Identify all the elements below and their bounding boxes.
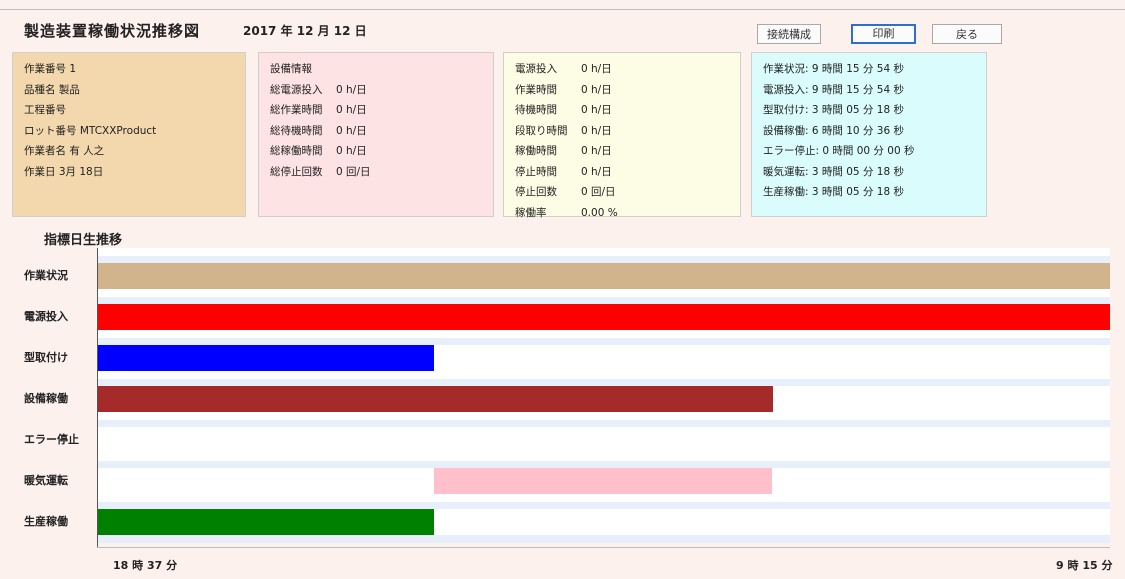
chart-row-stripe (97, 379, 1110, 386)
chart-row-stripe (97, 338, 1110, 345)
time-value: 0.00 % (581, 206, 618, 219)
equipment-key: 総作業時間 (270, 104, 323, 116)
work-info-panel: 作業番号 1 品種名 製品 工程番号 ロット番号 MTCXXProduct 作業… (12, 52, 246, 217)
equipment-key: 総稼働時間 (270, 145, 323, 157)
timeline-bar (97, 386, 773, 412)
time-key: 停止回数 (515, 186, 557, 198)
chart-category-label: 作業状況 (24, 269, 68, 282)
connection-config-button[interactable]: 接続構成 (757, 24, 821, 44)
equipment-key: 総電源投入 (270, 83, 323, 96)
status-row: 暖気運転: 3 時間 05 分 18 秒 (763, 165, 904, 178)
status-duration-panel: 作業状況: 9 時間 15 分 54 秒 電源投入: 9 時間 15 分 54 … (751, 52, 987, 217)
time-row: 段取り時間 0 h/日 (515, 121, 740, 142)
time-row: 作業時間 0 h/日 (515, 80, 740, 101)
chart-category-label: エラー停止 (24, 433, 79, 446)
work-info-row: 品種名 製品 (24, 83, 80, 96)
time-key: 待機時間 (515, 104, 557, 116)
time-value: 0 h/日 (581, 165, 612, 178)
status-row: エラー停止: 0 時間 00 分 00 秒 (763, 145, 915, 157)
equipment-row: 総待機時間 0 h/日 (270, 121, 493, 142)
time-key: 段取り時間 (515, 124, 568, 137)
chart-row-stripe (97, 420, 1110, 427)
equipment-row: 総作業時間 0 h/日 (270, 100, 493, 121)
back-button[interactable]: 戻る (932, 24, 1002, 44)
status-row: 生産稼働: 3 時間 05 分 18 秒 (763, 186, 904, 198)
time-key: 作業時間 (515, 83, 557, 96)
equipment-value: 0 h/日 (336, 104, 367, 116)
chart-category-label: 暖気運転 (24, 474, 68, 487)
timeline-bar (97, 345, 434, 371)
x-tick-start: 18 時 37 分 (113, 559, 178, 572)
time-value: 0 回/日 (581, 186, 616, 198)
equipment-key: 設備情報 (270, 63, 312, 75)
chart-row-stripe (97, 297, 1110, 304)
time-key: 稼働時間 (515, 145, 557, 157)
chart-category-label: 設備稼働 (24, 392, 68, 405)
status-row: 設備稼働: 6 時間 10 分 36 秒 (763, 124, 904, 137)
equipment-value: 0 h/日 (336, 145, 367, 157)
equipment-row: 総停止回数 0 回/日 (270, 162, 493, 183)
status-row: 電源投入: 9 時間 15 分 54 秒 (763, 83, 904, 96)
chart-y-axis (97, 248, 98, 548)
equipment-row: 設備情報 (270, 59, 493, 80)
time-row: 稼働時間 0 h/日 (515, 141, 740, 162)
status-row: 作業状況: 9 時間 15 分 54 秒 (763, 63, 904, 75)
timeline-bar (97, 509, 434, 535)
chart-row-stripe (97, 256, 1110, 263)
chart-category-label: 電源投入 (24, 310, 68, 323)
timeline-bar (97, 263, 1110, 289)
time-row: 稼働率 0.00 % (515, 203, 740, 224)
status-row: 型取付け: 3 時間 05 分 18 秒 (763, 104, 904, 116)
equipment-value: 0 h/日 (336, 124, 367, 137)
chart-category-label: 生産稼働 (24, 515, 68, 528)
equipment-value: 0 回/日 (336, 165, 371, 178)
chart-row-stripe (97, 535, 1110, 543)
time-value: 0 h/日 (581, 63, 612, 75)
work-info-row: 工程番号 (24, 104, 66, 116)
print-button[interactable]: 印刷 (851, 24, 916, 44)
time-row: 停止時間 0 h/日 (515, 162, 740, 183)
work-info-row: 作業番号 1 (24, 63, 77, 75)
time-value: 0 h/日 (581, 83, 612, 96)
x-tick-end: 9 時 15 分 (1056, 559, 1113, 572)
work-info-row: 作業日 3月 18日 (24, 165, 104, 178)
chart-row-stripe (97, 502, 1110, 509)
top-divider (0, 9, 1125, 10)
page-title: 製造装置稼働状況推移図 (24, 22, 201, 40)
equipment-row: 総稼働時間 0 h/日 (270, 141, 493, 162)
work-info-row: ロット番号 MTCXXProduct (24, 124, 157, 137)
chart-x-axis (97, 547, 1110, 548)
report-date: 2017 年 12 月 12 日 (243, 24, 367, 38)
equipment-key: 総待機時間 (270, 124, 323, 137)
equipment-value: 0 h/日 (336, 83, 367, 96)
time-value: 0 h/日 (581, 145, 612, 157)
equipment-key: 総停止回数 (270, 165, 323, 178)
time-row: 待機時間 0 h/日 (515, 100, 740, 121)
time-summary-panel: 電源投入 0 h/日 作業時間 0 h/日 待機時間 0 h/日 段取り時間 0 h/日… (503, 52, 741, 219)
chart-category-label: 型取付け (24, 351, 68, 364)
chart-row-stripe (97, 461, 1110, 468)
time-row: 停止回数 0 回/日 (515, 182, 740, 203)
timeline-bar (434, 468, 772, 494)
work-info-row: 作業者名 有 人之 (24, 145, 105, 157)
timeline-chart (97, 248, 1110, 543)
time-value: 0 h/日 (581, 124, 612, 137)
equipment-info-panel: 設備情報 総電源投入 0 h/日 総作業時間 0 h/日 総待機時間 0 h/日 総稼… (258, 52, 494, 217)
timeline-bar (97, 304, 1110, 330)
time-key: 停止時間 (515, 165, 557, 178)
time-value: 0 h/日 (581, 104, 612, 116)
equipment-row: 総電源投入 0 h/日 (270, 80, 493, 101)
section-title: 指標日生推移 (44, 233, 123, 248)
time-key: 電源投入 (515, 63, 557, 75)
time-key: 稼働率 (515, 206, 547, 219)
time-row: 電源投入 0 h/日 (515, 59, 740, 80)
